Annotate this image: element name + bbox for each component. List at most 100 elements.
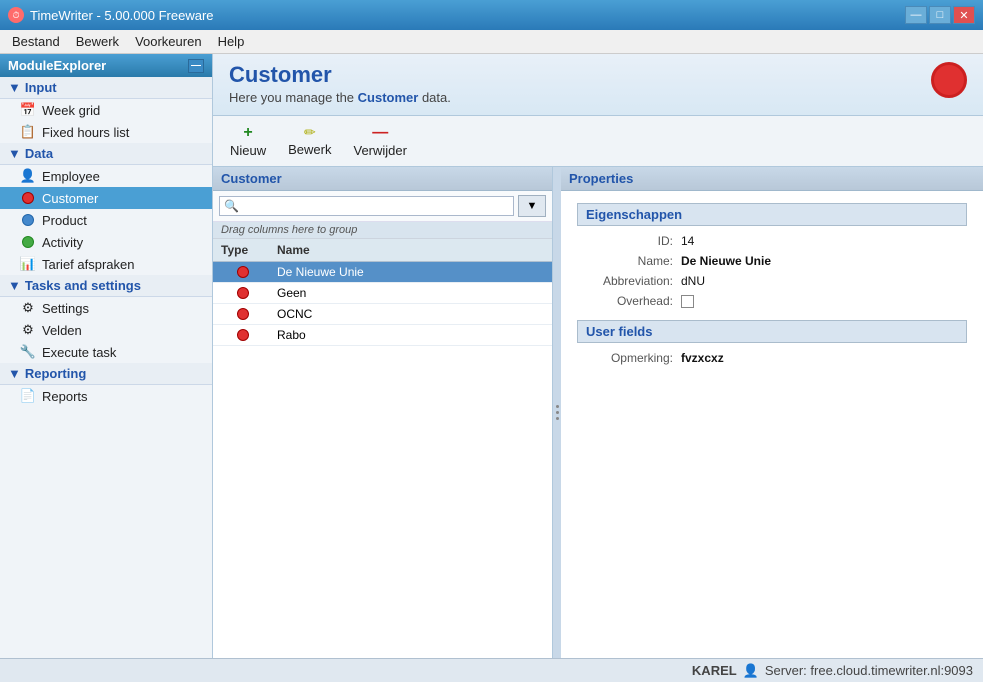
- menu-voorkeuren[interactable]: Voorkeuren: [127, 32, 210, 51]
- row-name: Geen: [273, 283, 552, 303]
- calendar-icon: 📅: [20, 102, 36, 118]
- subtitle-before: Here you manage the: [229, 90, 358, 105]
- velden-icon: ⚙: [20, 322, 36, 338]
- content-body: Customer ▼ Drag columns here to group Ty…: [213, 167, 983, 658]
- sidebar-item-settings[interactable]: ⚙ Settings: [0, 297, 212, 319]
- section-arrow-tasks: ▼: [8, 278, 21, 293]
- row-name: OCNC: [273, 304, 552, 324]
- page-header: Customer Here you manage the Customer da…: [213, 54, 983, 116]
- table-row[interactable]: Geen: [213, 283, 552, 304]
- sidebar-item-reports[interactable]: 📄 Reports: [0, 385, 212, 407]
- subtitle-bold: Customer: [358, 90, 419, 105]
- menu-bewerk[interactable]: Bewerk: [68, 32, 127, 51]
- edit-button[interactable]: ✏ Bewerk: [279, 120, 340, 162]
- sidebar-item-execute-task[interactable]: 🔧 Execute task: [0, 341, 212, 363]
- prop-row-id: ID: 14: [577, 234, 967, 248]
- row-type-icon: [213, 284, 273, 302]
- new-button[interactable]: + Nieuw: [221, 120, 275, 162]
- page-header-icon: [931, 62, 967, 98]
- sidebar-label-week-grid: Week grid: [42, 103, 100, 118]
- list-icon: 📋: [20, 124, 36, 140]
- minimize-button[interactable]: —: [905, 6, 927, 24]
- status-bar: KAREL 👤 Server: free.cloud.timewriter.nl…: [0, 658, 983, 682]
- overhead-checkbox[interactable]: [681, 295, 694, 308]
- app-icon: ⏱: [8, 7, 24, 23]
- main-layout: ModuleExplorer — ▼ Input 📅 Week grid 📋 F…: [0, 54, 983, 658]
- section-arrow-input: ▼: [8, 80, 21, 95]
- plus-icon: +: [243, 124, 252, 142]
- sidebar-title: ModuleExplorer: [8, 58, 106, 73]
- sidebar-item-activity[interactable]: Activity: [0, 231, 212, 253]
- table-row[interactable]: De Nieuwe Unie: [213, 262, 552, 283]
- row-type-icon: [213, 263, 273, 281]
- product-dot-icon: [20, 212, 36, 228]
- sidebar-item-employee[interactable]: 👤 Employee: [0, 165, 212, 187]
- col-header-type: Type: [213, 241, 273, 259]
- sidebar-label-fixed-hours: Fixed hours list: [42, 125, 129, 140]
- column-headers: Type Name: [213, 239, 552, 262]
- person-icon: 👤: [20, 168, 36, 184]
- reports-icon: 📄: [20, 388, 36, 404]
- sidebar-item-fixed-hours[interactable]: 📋 Fixed hours list: [0, 121, 212, 143]
- delete-button[interactable]: — Verwijder: [344, 120, 415, 162]
- status-user: KAREL: [692, 663, 737, 678]
- search-dropdown-btn[interactable]: ▼: [518, 195, 546, 217]
- user-fields-header: User fields: [577, 320, 967, 343]
- sidebar-item-customer[interactable]: Customer: [0, 187, 212, 209]
- sidebar-item-product[interactable]: Product: [0, 209, 212, 231]
- sidebar-section-reporting[interactable]: ▼ Reporting: [0, 363, 212, 385]
- search-input[interactable]: [219, 196, 514, 216]
- table-row[interactable]: OCNC: [213, 304, 552, 325]
- subtitle-after: data.: [418, 90, 451, 105]
- row-name: De Nieuwe Unie: [273, 262, 552, 282]
- sidebar-item-tarief[interactable]: 📊 Tarief afspraken: [0, 253, 212, 275]
- id-label: ID:: [581, 234, 681, 248]
- properties-panel: Properties Eigenschappen ID: 14 Name: De…: [561, 167, 983, 658]
- sidebar-label-product: Product: [42, 213, 87, 228]
- sidebar-collapse-btn[interactable]: —: [188, 59, 204, 73]
- menu-help[interactable]: Help: [210, 32, 253, 51]
- section-label-input: Input: [25, 80, 57, 95]
- opmerking-label: Opmerking:: [581, 351, 681, 365]
- content-area: Customer Here you manage the Customer da…: [213, 54, 983, 658]
- new-label: Nieuw: [230, 143, 266, 158]
- sidebar-section-tasks[interactable]: ▼ Tasks and settings: [0, 275, 212, 297]
- id-value: 14: [681, 234, 694, 248]
- page-header-text: Customer Here you manage the Customer da…: [229, 62, 451, 105]
- tarief-icon: 📊: [20, 256, 36, 272]
- close-button[interactable]: ✕: [953, 6, 975, 24]
- prop-row-opmerking: Opmerking: fvzxcxz: [577, 351, 967, 365]
- prop-row-abbreviation: Abbreviation: dNU: [577, 274, 967, 288]
- properties-body: Eigenschappen ID: 14 Name: De Nieuwe Uni…: [561, 191, 983, 383]
- customer-panel-title: Customer: [213, 167, 552, 191]
- menu-bestand[interactable]: Bestand: [4, 32, 68, 51]
- user-icon: 👤: [743, 663, 759, 679]
- maximize-button[interactable]: □: [929, 6, 951, 24]
- activity-dot-icon: [20, 234, 36, 250]
- resize-handle[interactable]: [553, 167, 561, 658]
- table-row[interactable]: Rabo: [213, 325, 552, 346]
- title-bar: ⏱ TimeWriter - 5.00.000 Freeware — □ ✕: [0, 0, 983, 30]
- resize-dot: [556, 417, 559, 420]
- section-label-tasks: Tasks and settings: [25, 278, 141, 293]
- sidebar: ModuleExplorer — ▼ Input 📅 Week grid 📋 F…: [0, 54, 213, 658]
- sidebar-item-week-grid[interactable]: 📅 Week grid: [0, 99, 212, 121]
- sidebar-label-velden: Velden: [42, 323, 82, 338]
- pencil-icon: ✏: [304, 124, 316, 141]
- prop-row-overhead: Overhead:: [577, 294, 967, 308]
- sidebar-item-velden[interactable]: ⚙ Velden: [0, 319, 212, 341]
- sidebar-section-input[interactable]: ▼ Input: [0, 77, 212, 99]
- sidebar-section-data[interactable]: ▼ Data: [0, 143, 212, 165]
- sidebar-header: ModuleExplorer —: [0, 54, 212, 77]
- section-arrow-data: ▼: [8, 146, 21, 161]
- sidebar-label-employee: Employee: [42, 169, 100, 184]
- app-title: TimeWriter - 5.00.000 Freeware: [30, 8, 214, 23]
- abbreviation-value: dNU: [681, 274, 705, 288]
- page-subtitle: Here you manage the Customer data.: [229, 90, 451, 105]
- name-label: Name:: [581, 254, 681, 268]
- section-label-reporting: Reporting: [25, 366, 86, 381]
- sidebar-label-reports: Reports: [42, 389, 88, 404]
- title-bar-left: ⏱ TimeWriter - 5.00.000 Freeware: [8, 7, 214, 23]
- sidebar-label-execute-task: Execute task: [42, 345, 116, 360]
- sidebar-label-customer: Customer: [42, 191, 98, 206]
